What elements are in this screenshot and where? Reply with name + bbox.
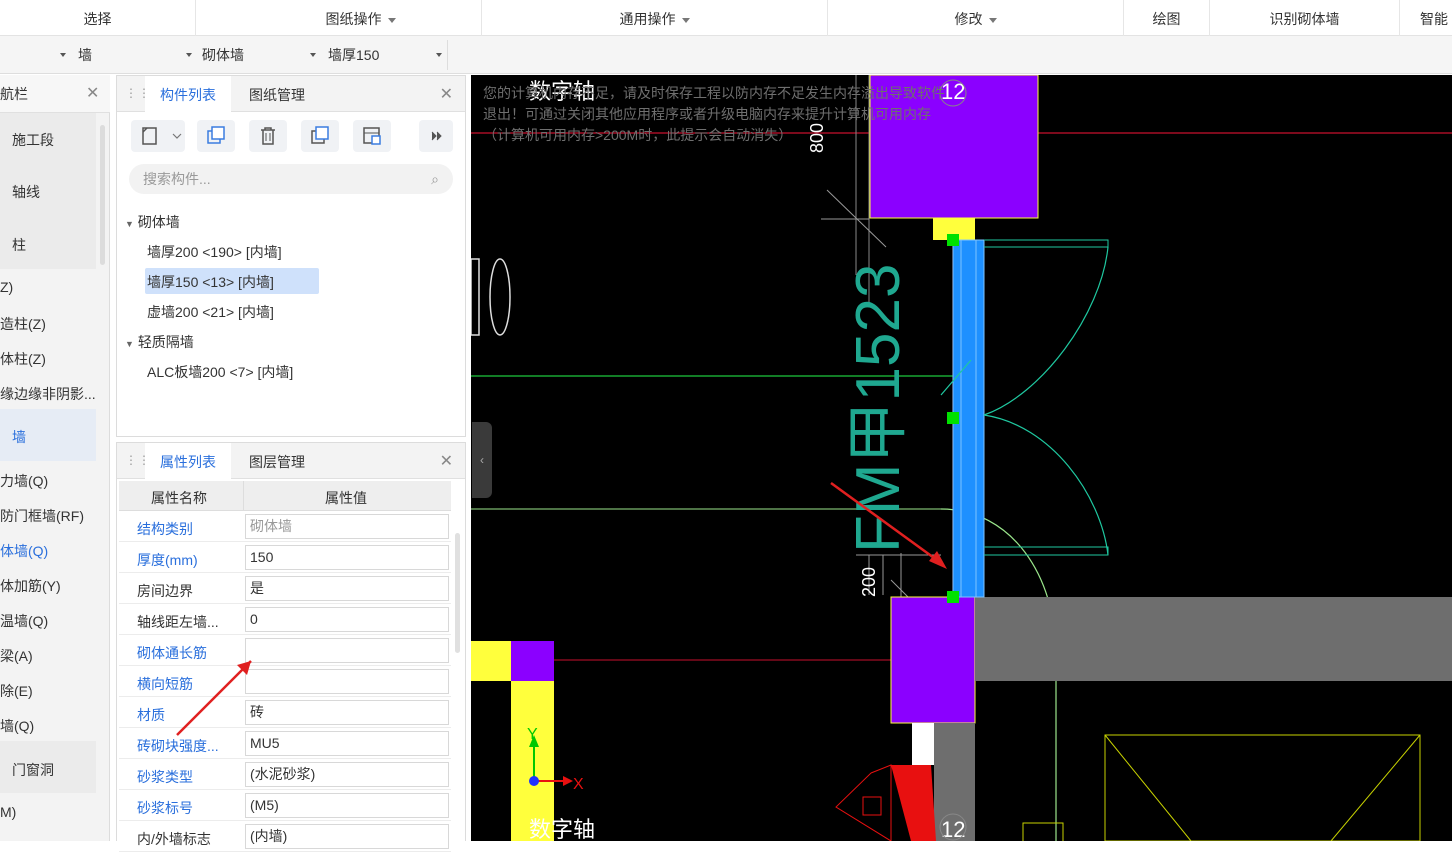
duplicate-layer-button[interactable] xyxy=(301,120,339,152)
nav-item-shear-wall[interactable]: 力墙(Q) xyxy=(0,471,48,491)
caret-down-icon: ▼ xyxy=(125,219,134,229)
ribbon-select-label: 选择 xyxy=(83,11,112,27)
floor-combo[interactable] xyxy=(0,42,70,68)
nav-sidebar: 航栏 ✕ 施工段 轴线 柱 Z) 造柱(Z) 体柱(Z) 缘边缘非阴影... 墙… xyxy=(0,75,110,841)
ucs-y-label: Y xyxy=(527,726,538,743)
nav-item-insulation-wall[interactable]: 温墙(Q) xyxy=(0,611,48,631)
tab-label: 图纸管理 xyxy=(249,87,305,103)
collapse-panel-button[interactable]: ‹ xyxy=(472,422,492,498)
property-toolbar: 墙 砌体墙 墙厚150 xyxy=(0,36,1452,74)
ribbon-smart[interactable]: 智能 xyxy=(1400,0,1452,36)
door-label: FM甲1523 xyxy=(844,264,913,553)
nav-item-axis[interactable]: 轴线 xyxy=(12,182,40,202)
new-file-icon xyxy=(142,127,182,145)
ribbon-recognize-wall[interactable]: 识别砌体墙 xyxy=(1210,0,1400,36)
dropdown-arrow-icon xyxy=(60,53,66,57)
tree-item-selected[interactable]: 墙厚150 <13> [内墙] xyxy=(147,272,274,292)
ribbon-general-ops-label: 通用操作 xyxy=(619,11,676,27)
library-icon xyxy=(363,127,381,145)
nav-item-edge-nonshadow[interactable]: 缘边缘非阴影... xyxy=(0,384,96,404)
memory-warning-text: 您的计算机内存不足，请及时保存工程以防内存不足发生内存溢出导致软件退出！可通过关… xyxy=(483,85,945,143)
nav-item-masonry-rebar[interactable]: 体加筋(Y) xyxy=(0,576,61,596)
nav-item-e[interactable]: 除(E) xyxy=(0,681,33,701)
axis-label-bottom: 数字轴 xyxy=(529,817,595,841)
ribbon-modify[interactable]: 修改 xyxy=(828,0,1124,36)
nav-item-blast-door-wall[interactable]: 防门框墙(RF) xyxy=(0,506,84,526)
nav-item-beam-a[interactable]: 梁(A) xyxy=(0,646,33,666)
caret-down-icon: ▼ xyxy=(125,339,134,349)
nav-item-column-z[interactable]: Z) xyxy=(0,279,13,295)
nav-title: 航栏 xyxy=(0,86,28,102)
chevron-left-icon: ‹ xyxy=(480,453,484,467)
dropdown-arrow-icon xyxy=(186,53,192,57)
tree-group-masonry-wall[interactable]: ▼ 砌体墙 xyxy=(125,212,180,232)
tree-item[interactable]: 墙厚200 <190> [内墙] xyxy=(147,242,282,262)
component-search-input[interactable]: 搜索构件... ⌕ xyxy=(129,164,453,194)
close-icon[interactable]: ✕ xyxy=(440,84,453,104)
dimension-200: 200 xyxy=(859,567,879,597)
nav-header: 航栏 ✕ xyxy=(0,75,110,113)
nav-scrollbar[interactable] xyxy=(100,125,105,265)
component-combo-value: 墙厚150 xyxy=(328,47,380,63)
tree-group-label: 轻质隔墙 xyxy=(137,334,194,350)
nav-item-column[interactable]: 柱 xyxy=(12,235,26,255)
component-library-button[interactable] xyxy=(353,120,391,152)
type-combo[interactable]: 砌体墙 xyxy=(202,42,318,68)
ribbon-draw[interactable]: 绘图 xyxy=(1124,0,1210,36)
ribbon-modify-label: 修改 xyxy=(954,11,983,27)
ribbon-draw-label: 绘图 xyxy=(1152,11,1181,27)
nav-item-construction-segment[interactable]: 施工段 xyxy=(12,130,54,150)
tree-item[interactable]: ALC板墙200 <7> [内墙] xyxy=(147,362,293,382)
dropdown-arrow-icon xyxy=(310,53,316,57)
ribbon-recognize-label: 识别砌体墙 xyxy=(1269,11,1340,27)
layers-copy-icon xyxy=(311,126,329,144)
nav-item-wall[interactable]: 墙 xyxy=(12,427,26,447)
chevron-down-icon xyxy=(387,17,396,23)
component-combo[interactable]: 墙厚150 xyxy=(328,42,444,68)
new-component-button[interactable] xyxy=(131,120,185,152)
double-chevron-right-icon xyxy=(431,131,442,141)
cad-drawing[interactable]: FM甲1523 800 200 12 12 数字轴 数字轴 Y X xyxy=(471,75,1452,841)
tab-drawing-management[interactable]: 图纸管理 xyxy=(237,76,317,112)
category-combo[interactable]: 墙 xyxy=(78,42,194,68)
ribbon-smart-label: 智能 xyxy=(1420,11,1448,27)
search-icon[interactable]: ⌕ xyxy=(431,164,439,194)
annotation-arrow xyxy=(176,660,252,736)
tab-component-list[interactable]: 构件列表 xyxy=(145,76,231,112)
category-combo-value: 墙 xyxy=(78,47,92,63)
ribbon-select[interactable]: 选择 xyxy=(0,0,196,36)
nav-item-m[interactable]: M) xyxy=(0,804,16,820)
trash-icon xyxy=(261,127,275,145)
chevron-down-icon xyxy=(681,17,690,23)
more-tools-button[interactable] xyxy=(419,120,453,152)
component-panel-header: ⋮⋮ 构件列表 图纸管理 ✕ xyxy=(117,76,465,112)
ucs-x-label: X xyxy=(573,776,584,793)
tree-group-light-partition[interactable]: ▼ 轻质隔墙 xyxy=(125,332,194,352)
copy-button[interactable] xyxy=(197,120,235,152)
divider xyxy=(447,40,448,70)
search-placeholder: 搜索构件... xyxy=(143,171,211,187)
ribbon: 选择 图纸操作 通用操作 修改 绘图 识别砌体墙 智能 xyxy=(0,0,1452,36)
ribbon-drawing-ops-label: 图纸操作 xyxy=(325,11,382,27)
dropdown-arrow-icon xyxy=(436,53,442,57)
property-list-panel: ⋮⋮ 属性列表 图层管理 ✕ 属性名称 属性值 结构类别 砌体墙 厚度(mm) 15… xyxy=(116,442,466,852)
tree-group-label: 砌体墙 xyxy=(137,214,180,230)
memory-warning-tip: 您的计算机内存不足，请及时保存工程以防内存不足发生内存溢出导致软件退出！可通过关… xyxy=(483,83,953,146)
chevron-down-icon xyxy=(988,17,997,23)
type-combo-value: 砌体墙 xyxy=(202,47,244,63)
component-list-panel: ⋮⋮ 构件列表 图纸管理 ✕ 搜索构件... ⌕ ▼ 砌体墙 墙厚200 <19… xyxy=(116,75,466,437)
nav-item-masonry-wall[interactable]: 体墙(Q) xyxy=(0,541,48,561)
nav-item-masonry-column[interactable]: 体柱(Z) xyxy=(0,349,46,369)
close-icon[interactable]: ✕ xyxy=(86,75,99,113)
copy-icon xyxy=(207,126,225,144)
nav-item-constructional-column[interactable]: 造柱(Z) xyxy=(0,314,46,334)
nav-item-q[interactable]: 墙(Q) xyxy=(0,716,34,736)
drawing-canvas[interactable]: FM甲1523 800 200 12 12 数字轴 数字轴 Y X 您的计算机内… xyxy=(471,75,1452,841)
ribbon-drawing-ops[interactable]: 图纸操作 xyxy=(240,0,482,36)
delete-button[interactable] xyxy=(249,120,287,152)
tree-item[interactable]: 虚墙200 <21> [内墙] xyxy=(147,302,274,322)
nav-item-door-window[interactable]: 门窗洞 xyxy=(12,760,54,780)
tab-label: 构件列表 xyxy=(160,87,216,103)
ribbon-general-ops[interactable]: 通用操作 xyxy=(482,0,828,36)
